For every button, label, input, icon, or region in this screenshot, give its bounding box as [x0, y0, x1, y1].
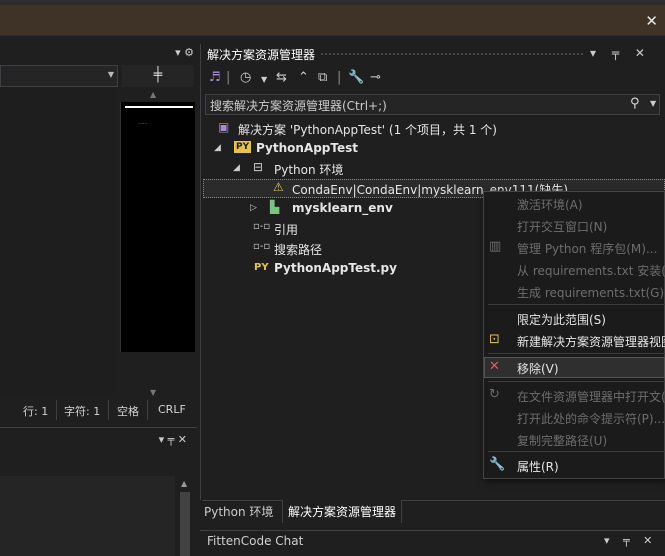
menu-separator [488, 353, 665, 354]
navigation-dropdown[interactable]: ▼ [0, 65, 118, 87]
lower-left-content [0, 476, 175, 556]
editor-header: ▾ ⚙ [0, 44, 200, 64]
menu-item-generate-requirements[interactable]: 生成 requirements.txt(G) [517, 284, 664, 301]
menu-item-new-view[interactable]: 新建解决方案资源管理器视图 [517, 333, 665, 350]
references-icon: ▫-▫ [253, 221, 271, 232]
tree-python-env[interactable]: Python 环境 [274, 161, 343, 178]
menu-item-properties[interactable]: 属性(R) [517, 458, 559, 475]
collapse-all-icon[interactable]: ⌃ [298, 70, 309, 85]
solution-icon: ▣ [218, 120, 230, 134]
info-bar: ✕ [0, 5, 665, 36]
show-all-files-icon[interactable]: ⧉ [318, 70, 327, 85]
python-file-icon: PY [254, 262, 269, 273]
menu-separator [488, 304, 665, 305]
warning-icon: ⚠ [273, 180, 284, 194]
scroll-up-icon[interactable]: ▲ [181, 479, 187, 488]
menu-item-install-requirements[interactable]: 从 requirements.txt 安装( [517, 262, 665, 279]
virtual-env-icon: ▙ [270, 200, 280, 214]
search-input[interactable]: 搜索解决方案资源管理器(Ctrl+;) [210, 97, 387, 114]
open-folder-icon: ↻ [489, 387, 500, 402]
minimap-highlight [125, 106, 193, 108]
fittencode-title: FittenCode Chat [207, 534, 304, 548]
tab-python-env[interactable]: Python 环境 [204, 503, 273, 520]
tree-project[interactable]: PythonAppTest [256, 141, 358, 155]
tab-solution-explorer[interactable]: 解决方案资源管理器 [282, 500, 403, 523]
pending-changes-icon[interactable]: ◷ [240, 70, 251, 85]
divider [56, 400, 57, 420]
minimap-preview: ······· [138, 121, 147, 126]
tree-venv[interactable]: mysklearn_env [292, 201, 393, 215]
environments-icon: ⊟ [253, 160, 264, 174]
chevron-down-icon[interactable]: ▼ [261, 75, 267, 84]
toolbar-divider: | [337, 70, 342, 85]
menu-item-highlight [484, 357, 665, 378]
panel-header-icons[interactable]: ▾ ╤ ✕ [159, 433, 187, 446]
editor-header-icons[interactable]: ▾ ⚙ [175, 46, 194, 59]
chevron-down-icon: ▼ [107, 70, 114, 79]
menu-item-copy-full-path[interactable]: 复制完整路径(U) [517, 432, 607, 449]
solution-explorer-toolbar [202, 66, 665, 91]
chevron-down-icon[interactable]: ▼ [650, 99, 656, 108]
menu-item-open-interactive[interactable]: 打开交互窗口(N) [517, 218, 607, 235]
properties-icon[interactable]: 🔧 [348, 70, 364, 85]
menu-item-open-in-explorer[interactable]: 在文件资源管理器中打开文( [517, 388, 665, 405]
scroll-down-icon[interactable]: ▼ [150, 388, 156, 397]
search-icon[interactable]: ⚲ [630, 96, 640, 111]
search-paths-icon: ▫-▫ [253, 241, 271, 252]
menu-separator [488, 381, 665, 382]
divider [108, 400, 109, 420]
panel-window-controls[interactable]: ▾ ╤ ✕ [604, 534, 657, 547]
new-view-icon: ⊡ [489, 332, 500, 347]
menu-separator [488, 451, 665, 452]
minimap[interactable] [120, 102, 195, 352]
scrollbar-thumb[interactable] [180, 492, 190, 556]
menu-item-activate-env[interactable]: 激活环境(A) [517, 196, 583, 213]
python-project-icon: PY [234, 141, 252, 153]
editor-status-row: 行: 1 字符: 1 空格 CRLF [0, 400, 197, 420]
drag-handle[interactable] [320, 52, 585, 57]
line-ending-indicator[interactable]: CRLF [158, 403, 186, 416]
panel-window-controls[interactable]: ▾ ╤ ✕ [590, 46, 651, 60]
whitespace-indicator[interactable]: 空格 [117, 403, 139, 419]
expand-arrow-icon[interactable]: ◢ [233, 163, 240, 173]
menu-item-scope-to-this[interactable]: 限定为此范围(S) [517, 311, 606, 328]
preview-icon[interactable]: ⊸ [370, 70, 381, 85]
scroll-up-icon[interactable]: ▲ [150, 90, 156, 99]
char-indicator[interactable]: 字符: 1 [64, 403, 100, 419]
toolbar-divider: | [226, 70, 231, 85]
menu-item-remove[interactable]: 移除(V) [517, 360, 559, 377]
collapse-arrow-icon[interactable]: ▷ [250, 203, 257, 213]
line-indicator[interactable]: 行: 1 [23, 403, 48, 419]
wrench-icon: 🔧 [489, 457, 506, 472]
code-editor[interactable] [0, 88, 118, 398]
remove-icon: ✕ [489, 359, 500, 374]
menu-item-open-command-prompt[interactable]: 打开此处的命令提示符(P)... [517, 410, 665, 427]
info-bar-close-icon[interactable]: ✕ [645, 12, 658, 30]
panel-title: 解决方案资源管理器 [207, 48, 316, 62]
tree-solution[interactable]: 解决方案 'PythonAppTest' (1 个项目，共 1 个) [238, 121, 497, 138]
sync-icon[interactable]: ⇆ [276, 70, 287, 85]
divider [147, 400, 148, 420]
tree-file[interactable]: PythonAppTest.py [274, 261, 397, 275]
expand-arrow-icon[interactable]: ◢ [214, 143, 221, 153]
switch-views-icon[interactable]: ♬ [209, 70, 221, 85]
menu-item-manage-packages[interactable]: 管理 Python 程序包(M)... [517, 240, 657, 257]
package-icon: ▥ [489, 239, 502, 254]
tree-search-paths[interactable]: 搜索路径 [274, 241, 322, 258]
tree-references[interactable]: 引用 [274, 221, 298, 238]
split-editor-icon[interactable]: ╪ [122, 65, 194, 87]
